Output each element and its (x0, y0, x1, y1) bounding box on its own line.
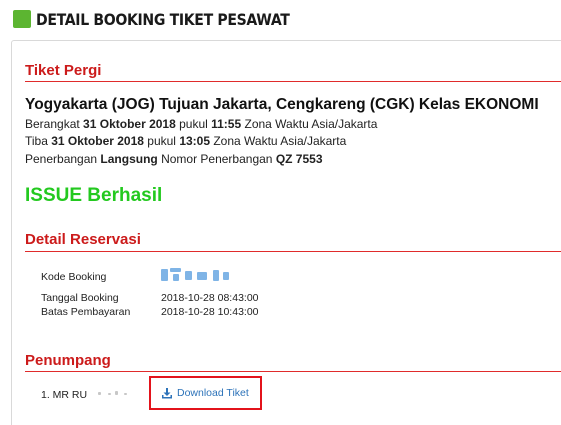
page-header: DETAIL BOOKING TIKET PESAWAT (13, 7, 324, 31)
issue-status: ISSUE Berhasil (25, 185, 163, 206)
section-title-detail-reservasi: Detail Reservasi (25, 231, 141, 248)
passenger-item: 1. MR RU (41, 389, 88, 401)
departure-info: Berangkat 31 Oktober 2018 pukul 11:55 Zo… (25, 117, 378, 131)
arrival-info: Tiba 31 Oktober 2018 pukul 13:05 Zona Wa… (25, 134, 347, 148)
batas-pembayaran-value: 2018-10-28 10:43:00 (161, 306, 259, 318)
passenger-name-masked (98, 388, 132, 398)
kode-booking-value-masked (161, 267, 241, 283)
tanggal-booking-label: Tanggal Booking (41, 292, 119, 304)
tanggal-booking-value: 2018-10-28 08:43:00 (161, 292, 259, 304)
section-title-penumpang: Penumpang (25, 352, 111, 369)
section-title-tiket-pergi: Tiket Pergi (25, 62, 102, 79)
section-divider (25, 371, 561, 372)
flight-number-info: Penerbangan Langsung Nomor Penerbangan Q… (25, 152, 323, 166)
header-square-icon (13, 10, 31, 28)
download-ticket-label: Download Tiket (177, 387, 249, 399)
section-divider (25, 251, 561, 252)
flight-route: Yogyakarta (JOG) Tujuan Jakarta, Cengkar… (25, 96, 539, 113)
page-title: DETAIL BOOKING TIKET PESAWAT (36, 9, 290, 29)
batas-pembayaran-label: Batas Pembayaran (41, 306, 131, 318)
download-ticket-button[interactable]: Download Tiket (149, 376, 262, 410)
kode-booking-label: Kode Booking (41, 271, 107, 283)
download-icon (162, 388, 172, 399)
section-divider (25, 81, 561, 82)
